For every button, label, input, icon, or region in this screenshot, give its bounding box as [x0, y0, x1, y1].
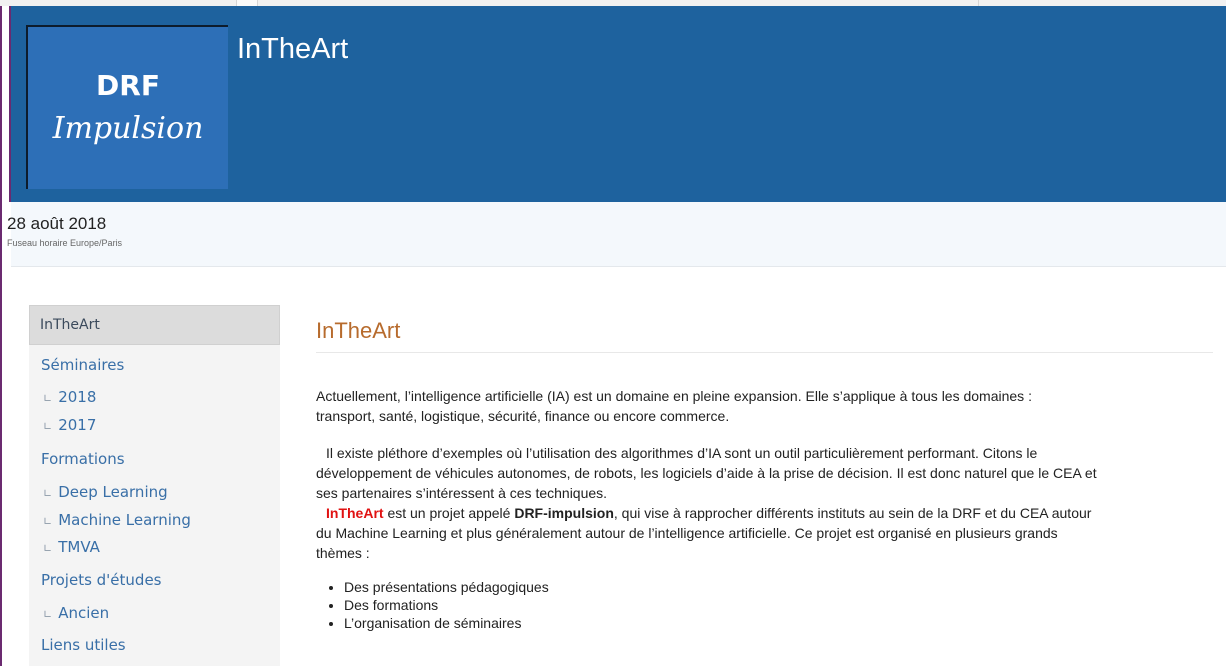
paragraph-3-line-3: thèmes :: [316, 545, 370, 561]
tree-branch-icon: ∟: [43, 608, 53, 621]
sidebar-subitem-label: Deep Learning: [58, 483, 168, 501]
sidebar-subitem-label: Ancien: [58, 604, 110, 622]
sidebar-subitem-ancien[interactable]: ∟ Ancien: [43, 604, 109, 622]
sidebar-subitem-deep-learning[interactable]: ∟ Deep Learning: [43, 483, 168, 501]
sidebar-subitem-machine-learning[interactable]: ∟ Machine Learning: [43, 511, 191, 529]
paragraph-2-line-2: développement de véhicules autonomes, de…: [316, 465, 1097, 481]
paragraph-3-line-1: InTheArt est un projet appelé DRF-impuls…: [326, 503, 1091, 523]
timezone-label: Fuseau horaire Europe/Paris: [7, 238, 123, 248]
themes-list: Des présentations pédagogiques Des forma…: [322, 578, 549, 632]
paragraph-3-text: , qui vise à rapprocher différents insti…: [613, 505, 1092, 521]
logo-impulsion-text: Impulsion: [52, 111, 204, 146]
list-item: Des présentations pédagogiques: [344, 578, 549, 596]
date-bar: 28 août 2018 Fuseau horaire Europe/Paris: [7, 202, 1226, 267]
site-logo[interactable]: DRF Impulsion: [26, 25, 228, 189]
sidebar-item-formations[interactable]: Formations: [41, 450, 125, 468]
tree-branch-icon: ∟: [43, 392, 53, 405]
tree-branch-icon: ∟: [43, 420, 53, 433]
sidebar-item-projets[interactable]: Projets d'études: [41, 571, 161, 589]
paragraph-3-line-2: du Machine Learning et plus généralement…: [316, 525, 1058, 541]
tree-branch-icon: ∟: [43, 542, 53, 555]
sidebar-item-seminaires[interactable]: Séminaires: [41, 356, 124, 374]
list-item: Des formations: [344, 596, 549, 614]
program-name-bold: DRF-impulsion: [514, 505, 614, 521]
current-date: 28 août 2018: [7, 214, 107, 233]
tree-branch-icon: ∟: [43, 515, 53, 528]
title-divider: [316, 352, 1213, 353]
paragraph-2-line-1: Il existe pléthore d’exemples où l’utili…: [326, 445, 1038, 461]
sidebar-item-intheart[interactable]: InTheArt: [29, 305, 280, 345]
project-name-highlight: InTheArt: [326, 505, 384, 521]
sidebar-subitem-label: TMVA: [58, 538, 100, 556]
sidebar-subitem-tmva[interactable]: ∟ TMVA: [43, 538, 100, 556]
paragraph-1-line-2: transport, santé, logistique, sécurité, …: [316, 408, 730, 424]
paragraph-2-line-3: ses partenaires s’intéressent à ces tech…: [316, 485, 608, 501]
logo-drf-text: DRF: [96, 69, 160, 102]
sidebar-subitem-2017[interactable]: ∟ 2017: [43, 416, 96, 434]
sidebar-subitem-label: 2018: [58, 388, 97, 406]
tree-branch-icon: ∟: [43, 487, 53, 500]
sidebar-nav: InTheArt Séminaires ∟ 2018 ∟ 2017 Formatio…: [29, 305, 280, 666]
sidebar-item-liens[interactable]: Liens utiles: [41, 636, 126, 654]
paragraph-3-text: est un projet appelé: [383, 505, 515, 521]
sidebar-subitem-label: 2017: [58, 416, 97, 434]
sidebar-subitem-label: Machine Learning: [58, 511, 191, 529]
sidebar-subitem-2018[interactable]: ∟ 2018: [43, 388, 96, 406]
site-title[interactable]: InTheArt: [237, 33, 348, 66]
page-title: InTheArt: [316, 318, 401, 343]
list-item: L’organisation de séminaires: [344, 614, 549, 632]
paragraph-1-line-1: Actuellement, l’intelligence artificiell…: [316, 388, 1032, 404]
